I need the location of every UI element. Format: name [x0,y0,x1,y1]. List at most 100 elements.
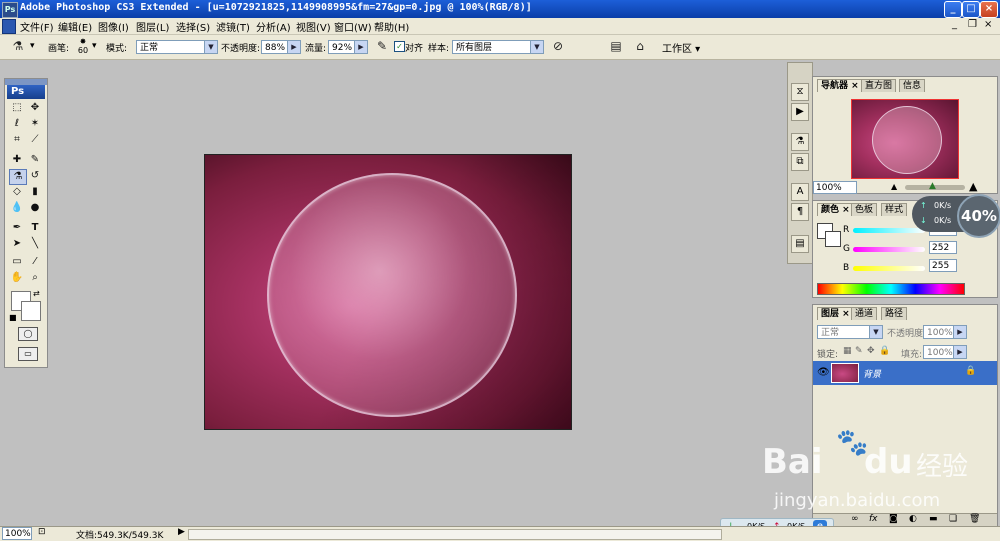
tab-info[interactable]: 信息 [899,79,926,92]
workspace-button[interactable]: 工作区 ▾ [662,40,700,55]
history-panel-icon[interactable]: ⧖ [791,83,809,101]
menu-layer[interactable]: 图层(L) [136,19,169,34]
palette-well-icon[interactable]: ▤ [608,38,624,54]
menu-select[interactable]: 选择(S) [176,19,210,34]
actions-panel-icon[interactable]: ▶ [791,103,809,121]
tool-presets-icon[interactable]: ⚗ [791,133,809,151]
bridge-icon[interactable]: ⌂ [632,38,648,54]
sample-select[interactable]: 所有图层 ▼ [452,40,544,54]
quick-mask-icon[interactable]: ◯ [18,327,38,341]
lock-all-icon[interactable]: 🔒 [879,346,890,356]
tab-paths[interactable]: 路径 [881,307,908,320]
background-color-swatch[interactable] [825,231,841,247]
line-tool-icon[interactable]: ╲ [27,237,43,251]
aligned-checkbox[interactable]: ✓ [394,41,405,52]
menu-help[interactable]: 帮助(H) [374,19,409,34]
pen-tool-icon[interactable]: ✒ [9,221,25,235]
layer-opacity-input[interactable]: 100% ▶ [923,325,967,339]
screen-mode-icon[interactable]: ▭ [18,347,38,361]
minimize-button[interactable]: _ [944,1,962,18]
default-colors-icon[interactable]: ■ [9,313,17,322]
menu-filter[interactable]: 滤镜(T) [216,19,250,34]
notes-tool-icon[interactable]: ▭ [9,255,25,269]
network-speed-widget[interactable]: ↑ 0K/s ↓ 0K/s 40% [912,194,1000,238]
dodge-tool-icon[interactable]: ● [27,201,43,215]
doc-minimize-button[interactable]: _ [952,19,957,30]
menu-analysis[interactable]: 分析(A) [256,19,291,34]
zoom-slider-thumb[interactable]: ▲ [929,181,936,191]
tab-histogram[interactable]: 直方图 [861,79,897,92]
opacity-input[interactable]: 88% ▶ [261,40,301,54]
zoom-tool-icon[interactable]: ⌕ [27,271,43,285]
eyedropper-tool-icon[interactable]: ⁄ [27,255,43,269]
document-icon[interactable] [2,19,16,34]
hand-tool-icon[interactable]: ✋ [9,271,25,285]
blend-mode-select[interactable]: 正常 ▼ [817,325,883,339]
layer-row-background[interactable]: 👁 背景 🔒 [813,361,997,385]
layer-name[interactable]: 背景 [863,367,881,380]
tab-color[interactable]: 颜色 × [817,203,854,216]
magic-wand-tool-icon[interactable]: ✶ [27,117,43,131]
tab-channels[interactable]: 通道 [851,307,878,320]
blue-slider[interactable] [853,266,925,271]
doc-close-button[interactable]: × [984,19,992,30]
tab-styles[interactable]: 样式 [881,203,908,216]
swap-colors-icon[interactable]: ⇄ [33,289,40,298]
tab-swatches[interactable]: 色板 [851,203,878,216]
lock-position-icon[interactable]: ✥ [867,346,875,356]
history-brush-tool-icon[interactable]: ↺ [27,169,43,183]
tab-layers[interactable]: 图层 × [817,307,854,320]
tab-navigator[interactable]: 导航器 × [817,79,863,92]
doc-restore-button[interactable]: ❐ [968,19,977,30]
status-zoom-input[interactable]: 100% [2,527,32,540]
clone-stamp-tool-icon[interactable]: ⚗ [10,38,26,54]
menu-file[interactable]: 文件(F) [20,19,54,34]
background-color-swatch[interactable] [21,301,41,321]
marquee-tool-icon[interactable]: ⬚ [9,101,25,115]
type-tool-icon[interactable]: T [27,221,43,235]
menu-image[interactable]: 图像(I) [98,19,129,34]
airbrush-icon[interactable]: ✎ [374,38,390,54]
move-tool-icon[interactable]: ✥ [27,101,43,115]
menu-edit[interactable]: 编辑(E) [58,19,92,34]
clone-source-icon[interactable]: ⧉ [791,153,809,171]
brush-picker-arrow-icon[interactable]: ▾ [92,41,97,51]
zoom-out-icon[interactable]: ▲ [891,182,897,191]
layer-comps-icon[interactable]: ▤ [791,235,809,253]
blue-value-input[interactable]: 255 [929,259,957,272]
tool-preset-arrow-icon[interactable]: ▾ [30,41,35,51]
ignore-adjustment-layers-icon[interactable]: ⊘ [550,38,566,54]
close-button[interactable]: × [980,1,998,18]
maximize-button[interactable]: □ [962,1,980,18]
gradient-tool-icon[interactable]: ▮ [27,185,43,199]
menu-view[interactable]: 视图(V) [296,19,331,34]
menu-window[interactable]: 窗口(W) [334,19,372,34]
brush-tool-icon[interactable]: ✎ [27,153,43,167]
horizontal-scrollbar[interactable] [188,529,722,540]
lock-transparent-icon[interactable]: ▦ [843,346,852,356]
fill-input[interactable]: 100% ▶ [923,345,967,359]
path-selection-tool-icon[interactable]: ➤ [9,237,25,251]
zoom-in-icon[interactable]: ▲ [969,180,977,193]
red-slider[interactable] [853,228,925,233]
color-spectrum-bar[interactable] [817,283,965,295]
paragraph-panel-icon[interactable]: ¶ [791,203,809,221]
mode-select[interactable]: 正常 ▼ [136,40,218,54]
healing-brush-tool-icon[interactable]: ✚ [9,153,25,167]
lasso-tool-icon[interactable]: ℓ [9,117,25,131]
status-menu-arrow-icon[interactable]: ▶ [178,527,185,537]
navigator-zoom-input[interactable]: 100% [813,181,857,194]
document-canvas[interactable] [204,154,572,430]
clone-stamp-tool-icon[interactable]: ⚗ [9,169,27,185]
blur-tool-icon[interactable]: 💧 [9,201,25,215]
lock-pixels-icon[interactable]: ✎ [855,346,863,356]
green-slider[interactable] [853,247,925,252]
character-panel-icon[interactable]: A [791,183,809,201]
crop-tool-icon[interactable]: ⌗ [9,133,25,147]
navigator-thumbnail[interactable] [851,99,959,179]
brush-preset-picker[interactable]: ✸ 60 [75,37,91,57]
visibility-eye-icon[interactable]: 👁 [817,367,830,378]
green-value-input[interactable]: 252 [929,241,957,254]
slice-tool-icon[interactable]: ⟋ [27,133,43,147]
flow-input[interactable]: 92% ▶ [328,40,368,54]
